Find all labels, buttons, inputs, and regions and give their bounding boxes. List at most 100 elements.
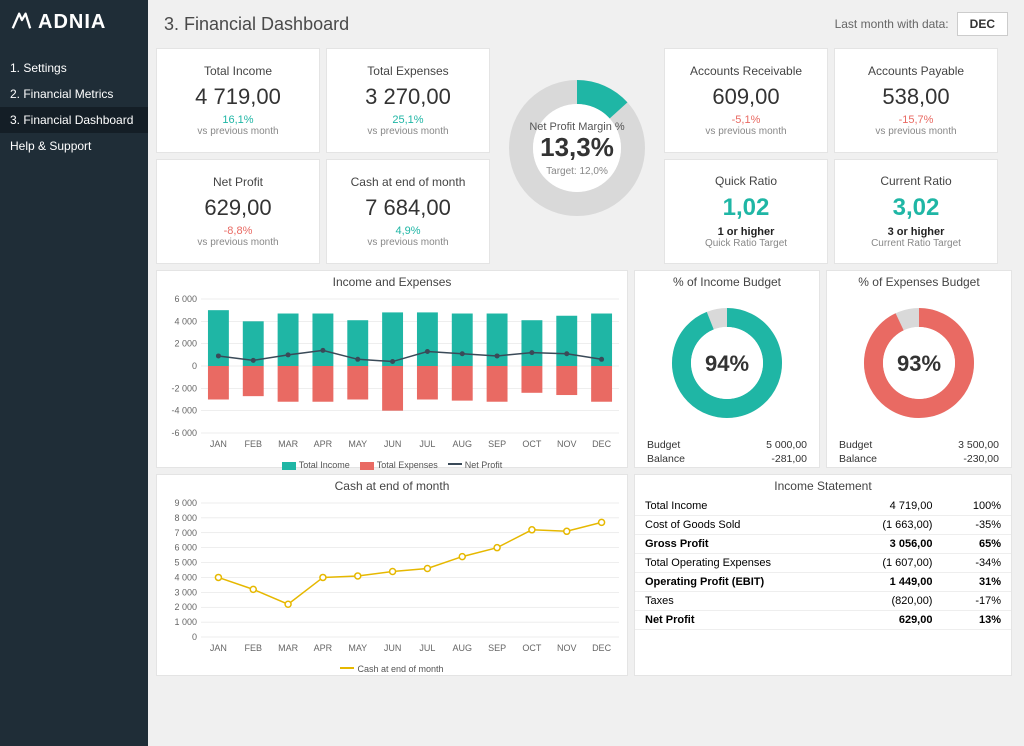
income-row: Operating Profit (EBIT)1 449,0031%: [635, 573, 1011, 592]
kpi-title: Net Profit: [213, 175, 263, 189]
balance-value: -281,00: [771, 453, 807, 465]
income-row: Gross Profit3 056,0065%: [635, 535, 1011, 554]
kpi-left-col: Total Income 4 719,00 16,1% vs previous …: [156, 48, 490, 264]
budget-value: 5 000,00: [766, 439, 807, 451]
kpi-sub: vs previous month: [705, 126, 786, 137]
svg-text:0: 0: [192, 632, 197, 642]
legend-cash-swatch: [340, 667, 354, 669]
brand-name: ADNIA: [38, 11, 106, 34]
income-statement-card: Income Statement Total Income4 719,00100…: [634, 474, 1012, 676]
page-title: 3. Financial Dashboard: [164, 14, 349, 35]
kpi-change: -5,1%: [732, 114, 761, 126]
income-row: Cost of Goods Sold(1 663,00)-35%: [635, 516, 1011, 535]
svg-text:DEC: DEC: [592, 439, 612, 449]
logo-icon: [10, 10, 32, 35]
kpi-change: 16,1%: [222, 114, 253, 126]
legend-income-swatch: [282, 462, 296, 470]
kpi-value: 7 684,00: [365, 195, 451, 221]
svg-text:-6 000: -6 000: [171, 428, 197, 438]
line-chart-legend: Cash at end of month: [157, 662, 627, 676]
svg-text:OCT: OCT: [522, 439, 542, 449]
header-right: Last month with data: DEC: [835, 12, 1008, 36]
legend-income-label: Total Income: [299, 460, 350, 470]
header: 3. Financial Dashboard Last month with d…: [148, 0, 1024, 48]
kpi-block: Total Income 4 719,00 16,1% vs previous …: [156, 48, 1016, 264]
budget-label: Budget: [839, 439, 872, 451]
chart-title: % of Expenses Budget: [858, 271, 979, 293]
svg-text:1 000: 1 000: [174, 617, 197, 627]
logo: ADNIA: [0, 0, 148, 55]
svg-text:3 000: 3 000: [174, 587, 197, 597]
balance-value: -230,00: [963, 453, 999, 465]
app-root: ADNIA 1. Settings2. Financial Metrics3. …: [0, 0, 1024, 746]
kpi-sub: vs previous month: [367, 237, 448, 248]
sidebar: ADNIA 1. Settings2. Financial Metrics3. …: [0, 0, 148, 746]
kpi-current-ratio: Current Ratio 3,02 3 or higher Current R…: [834, 159, 998, 264]
svg-text:7 000: 7 000: [174, 528, 197, 538]
kpi-title: Accounts Receivable: [690, 64, 802, 78]
income-expenses-chart: -6 000-4 000-2 00002 0004 0006 000JANFEB…: [157, 293, 629, 453]
nav-item-1[interactable]: 2. Financial Metrics: [0, 81, 148, 107]
income-row: Net Profit629,0013%: [635, 611, 1011, 630]
kpi-value: 629,00: [204, 195, 271, 221]
expenses-budget-donut-card: % of Expenses Budget 93% Budget3 500,00 …: [826, 270, 1012, 468]
budget-label: Budget: [647, 439, 680, 451]
svg-text:JUN: JUN: [384, 643, 402, 653]
kpi-extra: 3 or higher: [888, 226, 945, 238]
svg-text:FEB: FEB: [244, 643, 262, 653]
svg-text:6 000: 6 000: [174, 294, 197, 304]
income-row: Taxes(820,00)-17%: [635, 592, 1011, 611]
kpi-title: Total Income: [204, 64, 272, 78]
svg-text:4 000: 4 000: [174, 316, 197, 326]
donut-expenses-stats: Budget3 500,00 Balance-230,00: [827, 433, 1011, 465]
svg-text:13,3%: 13,3%: [540, 132, 614, 162]
kpi-total-expenses: Total Expenses 3 270,00 25,1% vs previou…: [326, 48, 490, 153]
kpi-change: 25,1%: [392, 114, 423, 126]
kpi-title: Total Expenses: [367, 64, 448, 78]
svg-text:-2 000: -2 000: [171, 383, 197, 393]
nav-item-2[interactable]: 3. Financial Dashboard: [0, 107, 148, 133]
income-budget-donut: 94%: [657, 293, 797, 433]
svg-text:Target: 12,0%: Target: 12,0%: [546, 166, 608, 177]
kpi-change: -15,7%: [899, 114, 934, 126]
kpi-total-income: Total Income 4 719,00 16,1% vs previous …: [156, 48, 320, 153]
nav-item-0[interactable]: 1. Settings: [0, 55, 148, 81]
nav-item-3[interactable]: Help & Support: [0, 133, 148, 159]
kpi-value: 609,00: [712, 84, 779, 110]
income-budget-donut-card: % of Income Budget 94% Budget5 000,00 Ba…: [634, 270, 820, 468]
svg-text:SEP: SEP: [488, 643, 506, 653]
bar-chart-legend: Total Income Total Expenses Net Profit: [157, 458, 627, 472]
kpi-value: 4 719,00: [195, 84, 281, 110]
kpi-sub: Quick Ratio Target: [705, 238, 787, 249]
svg-text:9 000: 9 000: [174, 498, 197, 508]
expenses-budget-donut: 93%: [849, 293, 989, 433]
content: Total Income 4 719,00 16,1% vs previous …: [148, 48, 1024, 746]
kpi-sub: Current Ratio Target: [871, 238, 961, 249]
income-expenses-chart-card: Income and Expenses -6 000-4 000-2 00002…: [156, 270, 628, 468]
svg-text:APR: APR: [314, 439, 333, 449]
svg-text:APR: APR: [314, 643, 333, 653]
svg-text:OCT: OCT: [522, 643, 542, 653]
svg-text:NOV: NOV: [557, 643, 577, 653]
svg-text:SEP: SEP: [488, 439, 506, 449]
row-charts-2: Cash at end of month 01 0002 0003 0004 0…: [156, 474, 1016, 676]
svg-text:0: 0: [192, 361, 197, 371]
kpi-quick-ratio: Quick Ratio 1,02 1 or higher Quick Ratio…: [664, 159, 828, 264]
svg-text:MAR: MAR: [278, 643, 299, 653]
svg-text:JUL: JUL: [419, 643, 435, 653]
svg-text:NOV: NOV: [557, 439, 577, 449]
kpi-sub: vs previous month: [875, 126, 956, 137]
svg-text:94%: 94%: [705, 351, 749, 376]
kpi-value: 3,02: [893, 194, 940, 222]
legend-expenses-swatch: [360, 462, 374, 470]
legend-net-swatch: [448, 463, 462, 465]
svg-text:JAN: JAN: [210, 439, 227, 449]
month-select[interactable]: DEC: [957, 12, 1008, 36]
kpi-accounts-receivable: Accounts Receivable 609,00 -5,1% vs prev…: [664, 48, 828, 153]
kpi-title: Accounts Payable: [868, 64, 964, 78]
svg-text:6 000: 6 000: [174, 543, 197, 553]
row-charts-1: Income and Expenses -6 000-4 000-2 00002…: [156, 270, 1016, 468]
income-statement-table: Total Income4 719,00100%Cost of Goods So…: [635, 497, 1011, 630]
nav-list: 1. Settings2. Financial Metrics3. Financ…: [0, 55, 148, 159]
svg-text:4 000: 4 000: [174, 572, 197, 582]
